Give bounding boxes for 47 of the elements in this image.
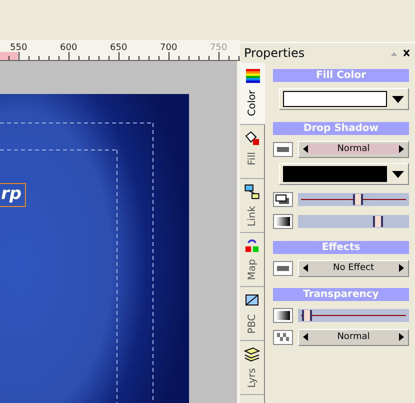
section-header: Drop Shadow [273, 122, 409, 135]
slider[interactable] [298, 192, 409, 206]
right-arrow-icon [399, 333, 404, 341]
link-icon [244, 184, 260, 200]
left-arrow-icon [303, 145, 308, 153]
slider[interactable] [298, 308, 409, 322]
slider-thumb[interactable] [352, 194, 363, 204]
panel-tab[interactable]: Lyrs [240, 341, 264, 395]
rainbow-icon [244, 68, 260, 84]
gradient-icon [273, 214, 293, 228]
left-arrow-icon [303, 264, 308, 272]
dropdown-arrow-icon [392, 170, 404, 178]
checkerboard-icon [273, 330, 293, 344]
value-spinner[interactable]: No Effect [298, 260, 409, 276]
panel-tab[interactable]: Link [240, 179, 264, 233]
layers-icon [244, 346, 260, 362]
ruler-label: 600 [60, 43, 78, 53]
color-dropdown[interactable] [279, 163, 409, 185]
panel-tab[interactable]: PBC [240, 287, 264, 341]
right-arrow-icon [399, 264, 404, 272]
panel-title: Properties [244, 46, 305, 60]
ruler-label: 700 [160, 43, 178, 53]
section-header: Fill Color [273, 69, 409, 82]
color-dropdown[interactable] [279, 88, 409, 110]
section-header: Effects [273, 241, 409, 254]
dropdown-arrow-icon [392, 96, 404, 102]
right-arrow-icon [399, 145, 404, 153]
value-spinner[interactable]: Normal [298, 140, 409, 158]
panel-controls-icon[interactable] [390, 49, 410, 57]
panel-tab[interactable]: Color [240, 63, 265, 125]
gradient-icon [273, 308, 293, 322]
slider[interactable] [298, 214, 409, 228]
text-object[interactable]: rp [0, 183, 26, 207]
section-header: Transparency [273, 288, 409, 301]
slider-thumb[interactable] [372, 216, 383, 226]
panel-tab[interactable]: Map [240, 233, 264, 287]
paint-bucket-icon [244, 130, 260, 146]
panel-tab[interactable]: Fill [240, 125, 264, 179]
ruler-highlight [0, 52, 18, 60]
ruler-label: 550 [10, 43, 28, 53]
left-arrow-icon [303, 333, 308, 341]
ruler-label: 750 [210, 43, 228, 53]
swap-icon [244, 238, 260, 253]
shadow-icon [273, 192, 293, 206]
slider-thumb[interactable] [302, 310, 312, 320]
ruler-label: 650 [110, 43, 128, 53]
value-spinner[interactable]: Normal [298, 328, 409, 346]
